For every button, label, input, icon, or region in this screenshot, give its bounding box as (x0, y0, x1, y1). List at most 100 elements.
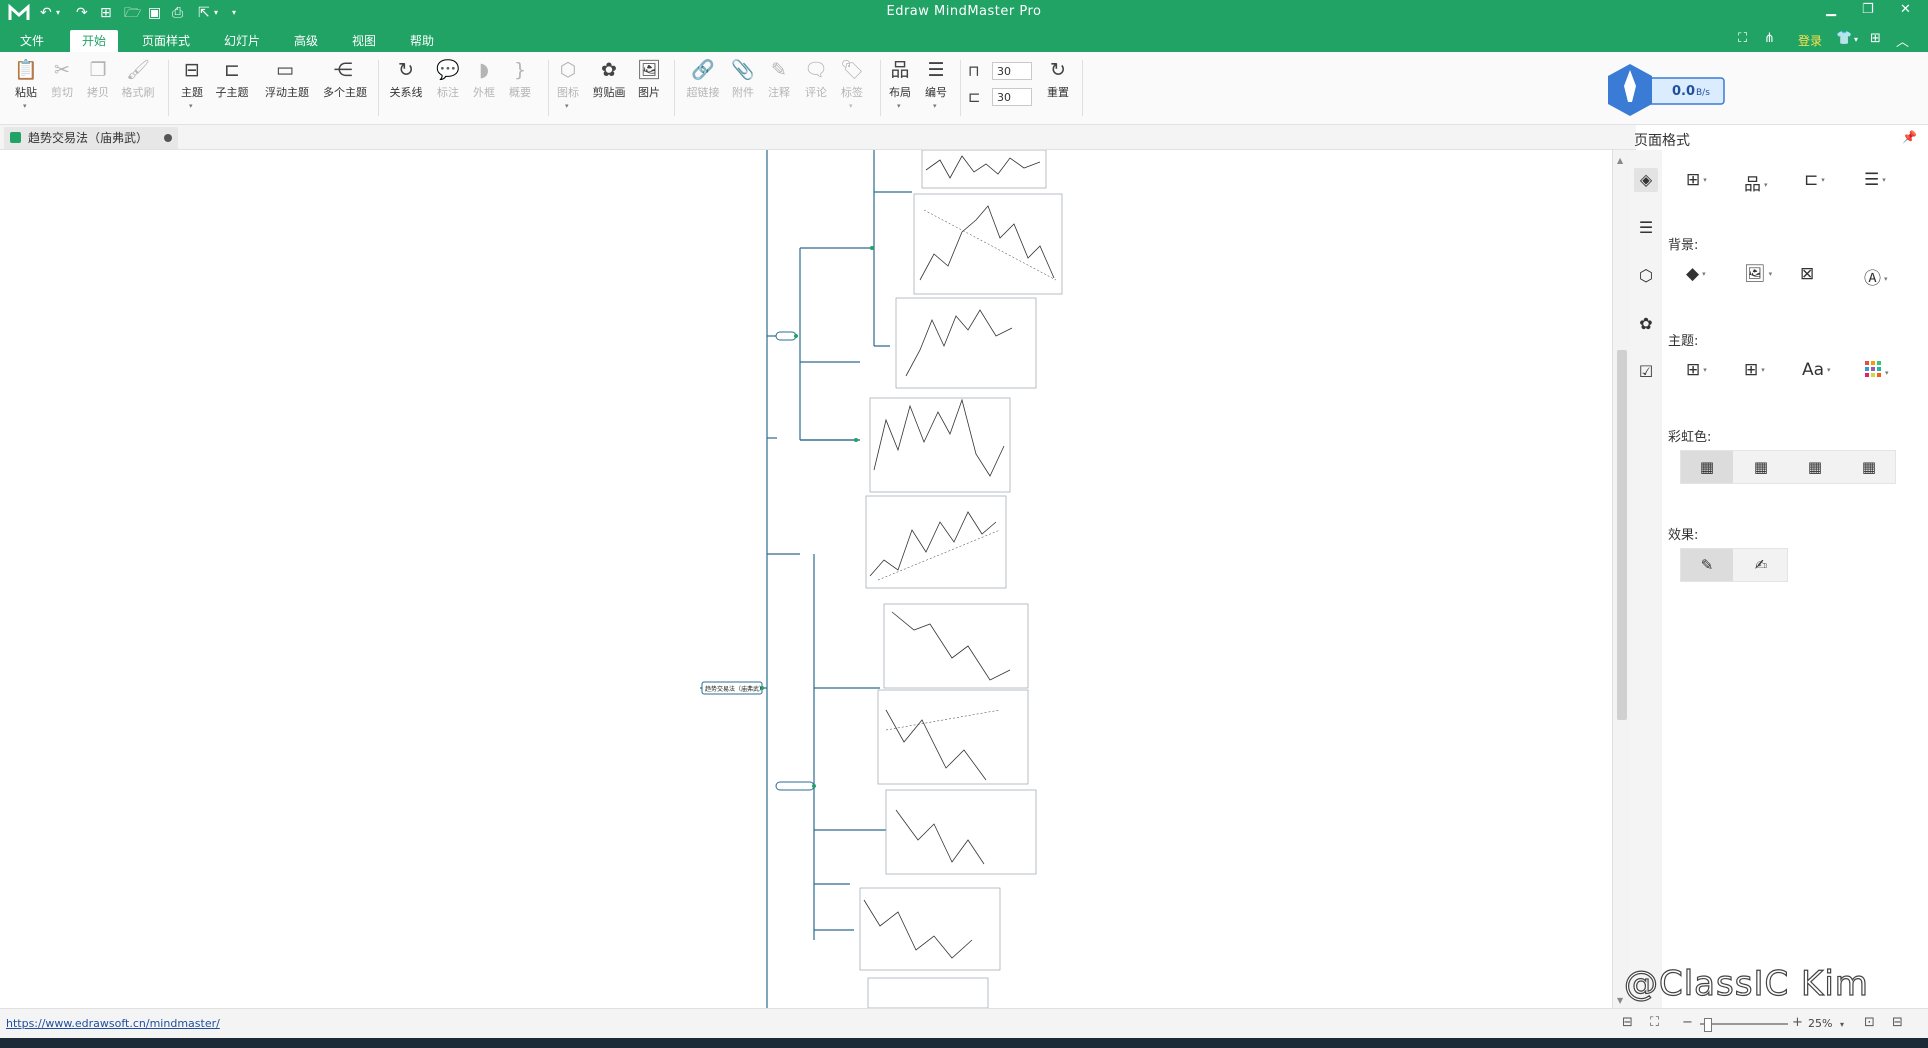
task-icon[interactable]: ☑ (1634, 360, 1658, 384)
outline-icon[interactable]: ☰ (1634, 216, 1658, 240)
theme-color-button[interactable]: ⊞ ▾ (1744, 360, 1765, 380)
rainbow-option-4[interactable]: ▦ (1843, 451, 1895, 483)
background-image-button[interactable]: 🖼 ▾ (1744, 264, 1772, 284)
horizontal-spacing-input[interactable]: 30 (992, 62, 1032, 80)
zoom-out-icon[interactable]: − (1682, 1015, 1693, 1030)
comment-button[interactable]: 🗨 评论 (796, 58, 836, 100)
subtopic-button[interactable]: ⊏ 子主题 (212, 58, 252, 100)
collapse-ribbon-icon[interactable]: ︿ (1896, 31, 1909, 50)
multiple-topics-button[interactable]: ⋲ 多个主题 (323, 58, 367, 100)
skin-dropdown-icon[interactable]: ▾ (1854, 35, 1858, 44)
map-layout-button[interactable]: ⊞ ▾ (1686, 170, 1707, 190)
hyperlink-label: 超链接 (686, 86, 720, 99)
menu-page-style[interactable]: 页面样式 (130, 30, 202, 52)
theme-palette-button[interactable]: ▾ (1864, 360, 1889, 383)
scroll-down-icon[interactable]: ▼ (1617, 996, 1623, 1005)
background-fill-button[interactable]: ◆ ▾ (1686, 264, 1706, 284)
pin-panel-icon[interactable]: 📌 (1902, 130, 1917, 144)
vertical-scrollbar[interactable]: ▲ ▼ (1612, 150, 1631, 1008)
numbering-dropdown-icon[interactable]: ▾ (933, 102, 937, 110)
document-tab[interactable]: 趋势交易法（庙弗武） (4, 127, 178, 149)
reset-button[interactable]: ↻ 重置 (1038, 58, 1078, 100)
menu-view[interactable]: 视图 (340, 30, 388, 52)
numbering-button[interactable]: ☰ 编号 (916, 58, 956, 100)
tree-layout-button[interactable]: 品 ▾ (1744, 170, 1768, 195)
clipart-button[interactable]: ✿ 剪贴画 (589, 58, 629, 100)
effect-normal-button[interactable]: ✎ (1681, 549, 1733, 581)
scrollbar-thumb[interactable] (1617, 350, 1627, 720)
share-icon[interactable]: ⋔ (1764, 31, 1775, 46)
pen-icon: ✎ (1700, 556, 1714, 574)
paste-button[interactable]: 📋 粘贴 (6, 58, 46, 100)
rainbow-option-1[interactable]: ▦ (1681, 451, 1733, 483)
link-icon: 🔗 (691, 59, 715, 81)
topic-button[interactable]: ⊟ 主题 (172, 58, 212, 100)
hyperlink-button[interactable]: 🔗 超链接 (683, 58, 723, 100)
brush-icon: 🖌 (125, 59, 151, 81)
icon-button[interactable]: ⬡ 图标 (548, 58, 588, 100)
clipart-library-icon[interactable]: ✿ (1634, 312, 1658, 336)
format-painter-button[interactable]: 🖌 格式刷 (118, 58, 158, 100)
note-button[interactable]: ✎ 注释 (759, 58, 799, 100)
minimize-button[interactable]: ▁ (1826, 2, 1836, 17)
theme-font-button[interactable]: Aa ▾ (1802, 360, 1831, 380)
theme-button[interactable]: ⊞ ▾ (1686, 360, 1707, 380)
watermark-button[interactable]: Ⓐ ▾ (1864, 264, 1888, 289)
menu-advanced[interactable]: 高级 (282, 30, 330, 52)
scroll-up-icon[interactable]: ▲ (1617, 156, 1623, 165)
copy-button[interactable]: ❐ 拷贝 (78, 58, 118, 100)
website-link[interactable]: https://www.edrawsoft.cn/mindmaster/ (6, 1017, 220, 1030)
zoom-in-icon[interactable]: + (1792, 1015, 1803, 1030)
icon-library-icon[interactable]: ⬡ (1634, 264, 1658, 288)
login-link[interactable]: 登录 (1798, 32, 1822, 49)
fullscreen-icon[interactable]: ⊟ (1892, 1015, 1903, 1030)
menu-slides[interactable]: 幻灯片 (212, 30, 272, 52)
restore-button[interactable]: ❐ (1862, 2, 1874, 17)
icon-dropdown-icon[interactable]: ▾ (565, 102, 569, 110)
fit-width-icon[interactable]: ⊡ (1864, 1015, 1875, 1030)
paste-dropdown-icon[interactable]: ▾ (23, 102, 27, 110)
zoom-slider[interactable] (1700, 1023, 1788, 1025)
close-button[interactable]: ✕ (1900, 2, 1911, 17)
fit-page-icon[interactable]: ⛶ (1650, 1015, 1659, 1030)
menu-home[interactable]: 开始 (70, 30, 119, 52)
boundary-button[interactable]: ◗ 外框 (464, 58, 504, 100)
remove-background-button[interactable]: ⊠ (1800, 264, 1814, 284)
floating-topic-button[interactable]: ▭ 浮动主题 (265, 58, 309, 100)
divider (674, 60, 675, 116)
tag-dropdown-icon[interactable]: ▾ (849, 102, 853, 110)
paste-icon: 📋 (14, 59, 38, 81)
zoom-dropdown-icon[interactable]: ▾ (1840, 1020, 1844, 1029)
topic-dropdown-icon[interactable]: ▾ (189, 102, 193, 110)
mindmap-canvas[interactable]: 趋势交易法（庙弗武） (0, 150, 1612, 1008)
rainbow-option-3[interactable]: ▦ (1789, 451, 1841, 483)
connector-style-button[interactable]: ⊏ ▾ (1804, 170, 1825, 190)
picture-button[interactable]: 🖼 图片 (629, 58, 669, 100)
status-bar: https://www.edrawsoft.cn/mindmaster/ ⊟ ⛶… (0, 1008, 1928, 1039)
watermark-icon: Ⓐ (1864, 269, 1881, 289)
skin-icon[interactable]: 👕 (1836, 31, 1852, 46)
callout-button[interactable]: 💬 标注 (428, 58, 468, 100)
layout-button[interactable]: 品布局 (880, 58, 920, 100)
attachment-label: 附件 (732, 86, 754, 99)
menu-file[interactable]: 文件 (8, 30, 56, 52)
menu-help[interactable]: 帮助 (398, 30, 446, 52)
cut-button[interactable]: ✂ 剪切 (42, 58, 82, 100)
zoom-level[interactable]: 25% (1808, 1017, 1832, 1030)
fit-window-icon[interactable]: ⛶ (1738, 31, 1747, 46)
effect-handdrawn-button[interactable]: ✍ (1735, 549, 1787, 581)
tag-button[interactable]: 🏷 标签 (832, 58, 872, 100)
page-view-icon[interactable]: ⊟ (1622, 1015, 1633, 1030)
relationship-button[interactable]: ↻ 关系线 (386, 58, 426, 100)
numbering-style-button[interactable]: ☰ ▾ (1864, 170, 1886, 190)
mindmap-root-label[interactable]: 趋势交易法（庙弗武） (705, 685, 765, 693)
format-painter-label: 格式刷 (121, 86, 155, 99)
zoom-slider-knob[interactable] (1704, 1018, 1712, 1032)
summary-button[interactable]: } 概要 (500, 58, 540, 100)
apps-icon[interactable]: ⊞ (1870, 31, 1881, 46)
vertical-spacing-input[interactable]: 30 (992, 88, 1032, 106)
layout-dropdown-icon[interactable]: ▾ (897, 102, 901, 110)
rainbow-option-2[interactable]: ▦ (1735, 451, 1787, 483)
attachment-button[interactable]: 📎 附件 (723, 58, 763, 100)
page-format-icon[interactable]: ◈ (1634, 168, 1658, 192)
